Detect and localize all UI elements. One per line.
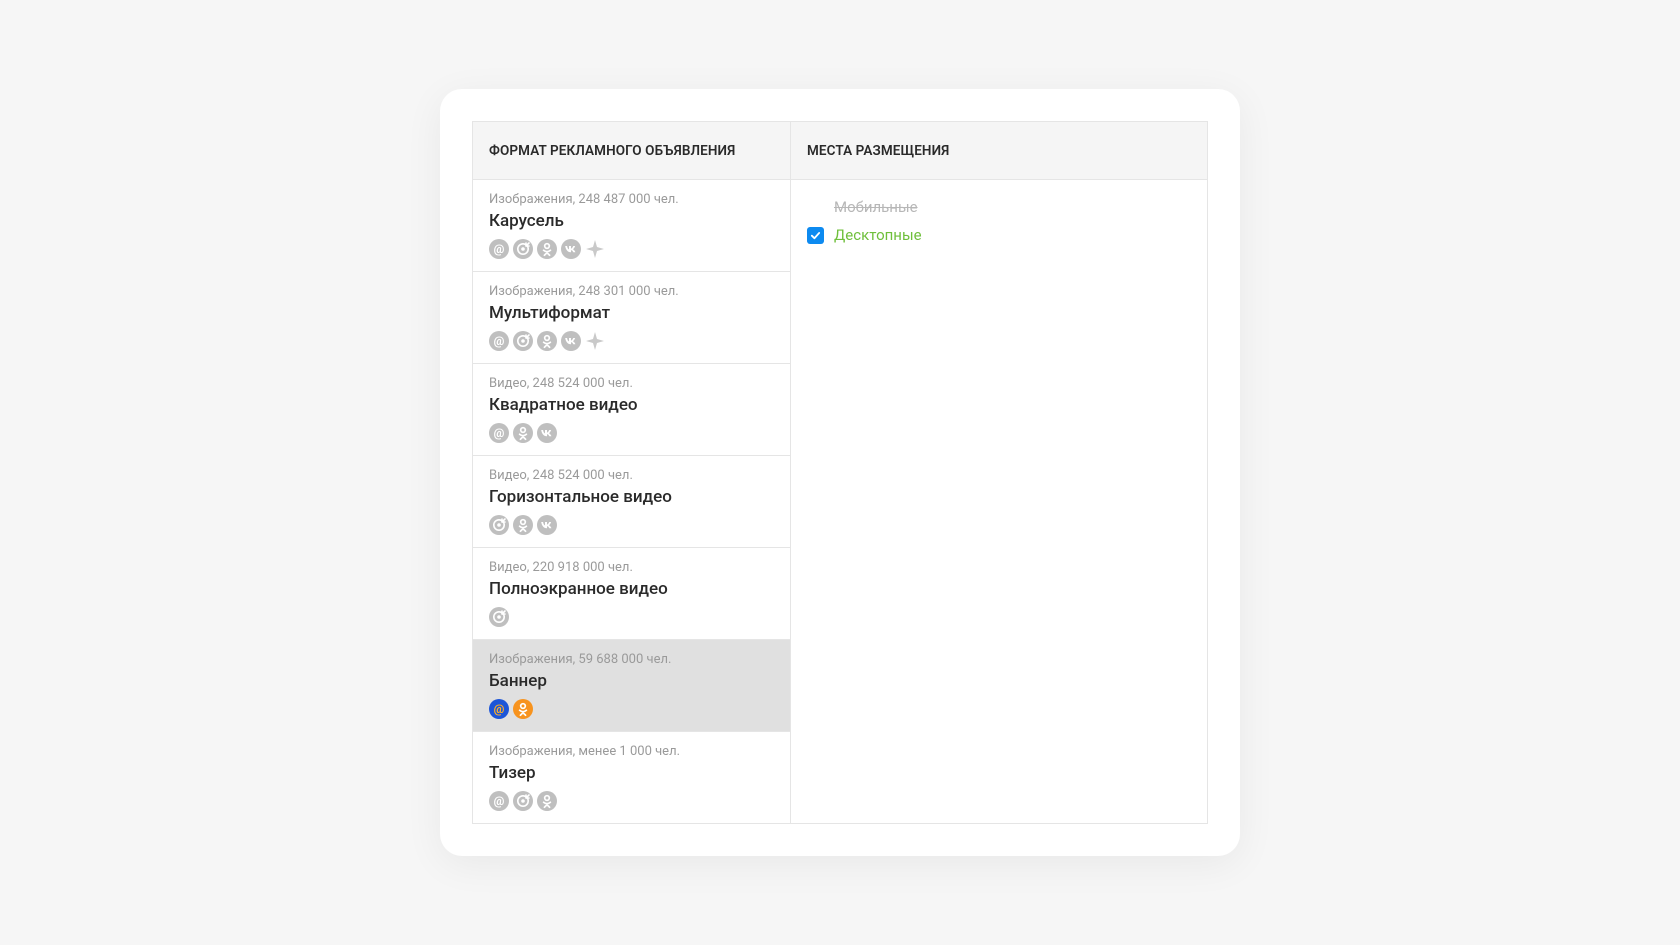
mail-icon: @ <box>489 791 509 811</box>
svg-text:@: @ <box>494 242 505 256</box>
format-meta: Изображения, менее 1 000 чел. <box>489 744 774 759</box>
placements-column: МЕСТА РАЗМЕЩЕНИЯ Мобильные Десктопные <box>791 122 1207 823</box>
placement-label: Десктопные <box>834 226 922 244</box>
format-networks: @ <box>489 331 774 351</box>
format-title: Полноэкранное видео <box>489 579 774 599</box>
mail-icon: @ <box>489 331 509 351</box>
format-meta: Видео, 248 524 000 чел. <box>489 376 774 391</box>
formats-list: Изображения, 248 487 000 чел.Карусель@Из… <box>473 180 790 823</box>
format-networks <box>489 607 774 627</box>
svg-text:@: @ <box>494 334 505 348</box>
placement-checkbox-disabled[interactable] <box>807 199 824 216</box>
format-item[interactable]: Изображения, менее 1 000 чел. Тизер @ <box>473 732 790 823</box>
placements-header-label: МЕСТА РАЗМЕЩЕНИЯ <box>807 143 949 159</box>
target-icon <box>513 791 533 811</box>
format-meta: Изображения, 59 688 000 чел. <box>489 652 774 667</box>
mail-icon: @ <box>489 239 509 259</box>
vk-icon <box>537 515 557 535</box>
format-networks: @ <box>489 423 774 443</box>
vk-icon <box>537 423 557 443</box>
spark-icon <box>585 331 605 351</box>
two-column-panel: ФОРМАТ РЕКЛАМНОГО ОБЪЯВЛЕНИЯ Изображения… <box>472 121 1208 824</box>
format-item[interactable]: Изображения, 59 688 000 чел. Баннер @ <box>473 640 790 732</box>
mail-color-icon: @ <box>489 699 509 719</box>
svg-text:@: @ <box>494 794 505 808</box>
format-networks: @ <box>489 699 774 719</box>
ok-icon <box>537 331 557 351</box>
formats-header-label: ФОРМАТ РЕКЛАМНОГО ОБЪЯВЛЕНИЯ <box>489 143 735 159</box>
vk-icon <box>561 331 581 351</box>
format-meta: Изображения, 248 487 000 чел. <box>489 192 774 207</box>
format-item[interactable]: Видео, 220 918 000 чел. Полноэкранное вид… <box>473 548 790 640</box>
format-title: Горизонтальное видео <box>489 487 774 507</box>
vk-icon <box>561 239 581 259</box>
target-icon <box>489 515 509 535</box>
ok-color-icon <box>513 699 533 719</box>
formats-column: ФОРМАТ РЕКЛАМНОГО ОБЪЯВЛЕНИЯ Изображения… <box>473 122 791 823</box>
format-meta: Изображения, 248 301 000 чел. <box>489 284 774 299</box>
format-item[interactable]: Изображения, 248 301 000 чел. Мультиформа… <box>473 272 790 364</box>
format-networks <box>489 515 774 535</box>
format-item[interactable]: Видео, 248 524 000 чел. Горизонтальное ви… <box>473 456 790 548</box>
ok-icon <box>513 423 533 443</box>
format-networks: @ <box>489 791 774 811</box>
formats-header: ФОРМАТ РЕКЛАМНОГО ОБЪЯВЛЕНИЯ <box>473 122 790 180</box>
svg-text:@: @ <box>494 702 505 716</box>
format-meta: Видео, 220 918 000 чел. <box>489 560 774 575</box>
placement-label: Мобильные <box>834 198 918 216</box>
target-icon <box>513 331 533 351</box>
format-networks: @ <box>489 239 774 259</box>
ok-icon <box>513 515 533 535</box>
placements-body: Мобильные Десктопные <box>791 180 1207 272</box>
target-icon <box>513 239 533 259</box>
target-icon <box>489 607 509 627</box>
placement-row: Мобильные <box>807 198 1191 216</box>
mail-icon: @ <box>489 423 509 443</box>
settings-card: ФОРМАТ РЕКЛАМНОГО ОБЪЯВЛЕНИЯ Изображения… <box>440 89 1240 856</box>
format-title: Баннер <box>489 671 774 691</box>
format-item[interactable]: Видео, 248 524 000 чел. Квадратное видео @ <box>473 364 790 456</box>
format-meta: Видео, 248 524 000 чел. <box>489 468 774 483</box>
svg-text:@: @ <box>494 426 505 440</box>
format-title: Карусель <box>489 211 774 231</box>
placement-row: Десктопные <box>807 226 1191 244</box>
format-item[interactable]: Изображения, 248 487 000 чел. Карусель @ <box>473 180 790 272</box>
format-title: Тизер <box>489 763 774 783</box>
ok-icon <box>537 791 557 811</box>
placements-header: МЕСТА РАЗМЕЩЕНИЯ <box>791 122 1207 180</box>
ok-icon <box>537 239 557 259</box>
spark-icon <box>585 239 605 259</box>
placement-checkbox-checked[interactable] <box>807 227 824 244</box>
format-title: Квадратное видео <box>489 395 774 415</box>
format-title: Мультиформат <box>489 303 774 323</box>
